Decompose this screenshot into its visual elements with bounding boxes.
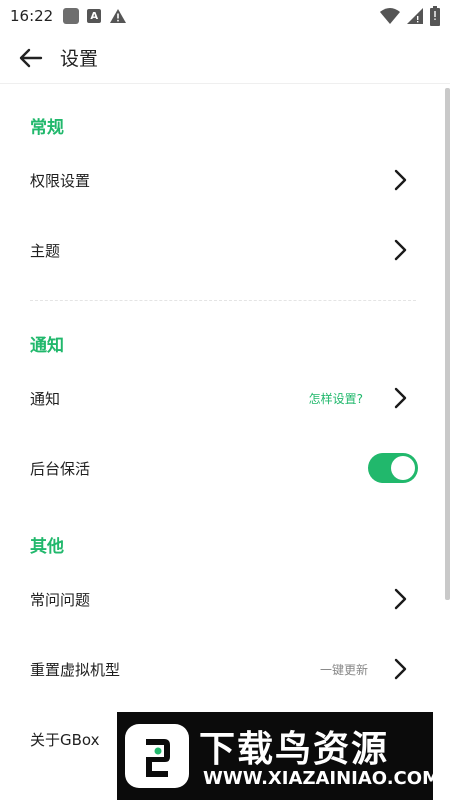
status-time: 16:22 — [10, 7, 54, 25]
watermark-url: WWW.XIAZAINIAO.COM — [203, 768, 440, 789]
reset-model-hint: 一键更新 — [319, 662, 368, 677]
scrollbar[interactable] — [445, 88, 450, 600]
row-notification[interactable]: 通知 怎样设置? — [0, 373, 445, 423]
keep-alive-toggle[interactable] — [368, 453, 418, 483]
notification-help-link[interactable]: 怎样设置? — [309, 390, 363, 407]
section-title-other: 其他 — [30, 537, 64, 557]
status-right-icons — [380, 6, 440, 26]
signal-icon — [407, 8, 423, 24]
row-keep-alive-label: 后台保活 — [30, 459, 91, 478]
row-theme-label: 主题 — [30, 241, 61, 260]
row-reset-model-label: 重置虚拟机型 — [30, 660, 121, 679]
wifi-icon — [380, 8, 400, 24]
chevron-right-icon — [394, 658, 407, 680]
chevron-right-icon — [394, 387, 407, 409]
row-permissions-label: 权限设置 — [30, 171, 91, 190]
battery-icon — [430, 6, 440, 26]
chevron-right-icon — [394, 588, 407, 610]
section-divider — [30, 300, 416, 301]
chevron-right-icon — [394, 239, 407, 261]
row-notification-label: 通知 — [30, 389, 61, 408]
row-about-label: 关于GBox — [30, 730, 100, 749]
row-faq[interactable]: 常问问题 — [0, 574, 445, 624]
watermark-title: 下载鸟资源 — [199, 729, 390, 770]
row-theme[interactable]: 主题 — [0, 225, 445, 275]
chevron-right-icon — [394, 169, 407, 191]
row-permissions[interactable]: 权限设置 — [0, 155, 445, 205]
section-title-notification: 通知 — [30, 336, 64, 356]
page-title: 设置 — [60, 48, 99, 70]
section-title-general: 常规 — [30, 118, 64, 138]
warning-icon — [110, 9, 127, 23]
status-bar: 16:22 A — [0, 0, 450, 32]
app-a-icon: A — [87, 9, 102, 23]
arrow-left-icon — [19, 48, 43, 67]
bird-logo-icon — [125, 724, 189, 788]
back-button[interactable] — [0, 32, 60, 84]
notification-square-icon — [63, 8, 80, 24]
toggle-knob — [391, 456, 415, 480]
row-faq-label: 常问问题 — [30, 590, 91, 609]
status-left-icons: A — [63, 8, 127, 24]
app-bar: 设置 — [0, 32, 450, 84]
watermark-banner: 下载鸟资源 WWW.XIAZAINIAO.COM — [117, 712, 440, 800]
row-reset-model[interactable]: 重置虚拟机型 一键更新 — [0, 644, 445, 694]
row-keep-alive: 后台保活 — [0, 443, 445, 493]
